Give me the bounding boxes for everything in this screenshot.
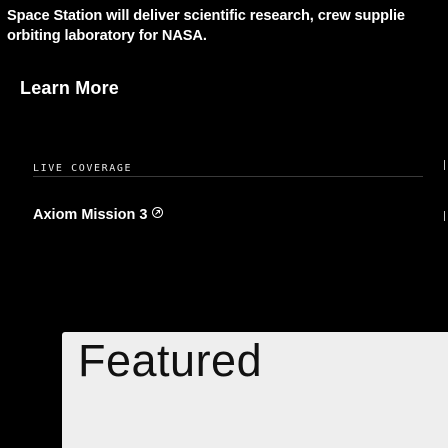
hero-description: Space Station will deliver scientific re…: [7, 6, 448, 46]
page: Space Station will deliver scientific re…: [0, 0, 448, 448]
scroll-edge-marker: [444, 160, 445, 170]
hero-description-line-2: orbiting laboratory for NASA.: [7, 28, 207, 44]
section-divider: [33, 176, 423, 177]
learn-more-button[interactable]: Learn More: [20, 68, 119, 108]
axiom-mission-label: Axiom Mission 3: [33, 207, 148, 223]
scroll-edge-marker: [444, 211, 445, 221]
featured-panel: Featured: [62, 332, 448, 448]
arrow-circle-icon: [152, 206, 164, 218]
featured-heading: Featured: [78, 335, 263, 386]
live-coverage-label: LIVE COVERAGE: [33, 163, 133, 174]
hero-description-line-1: Space Station will deliver scientific re…: [7, 8, 405, 24]
axiom-mission-link[interactable]: Axiom Mission 3: [33, 206, 164, 223]
